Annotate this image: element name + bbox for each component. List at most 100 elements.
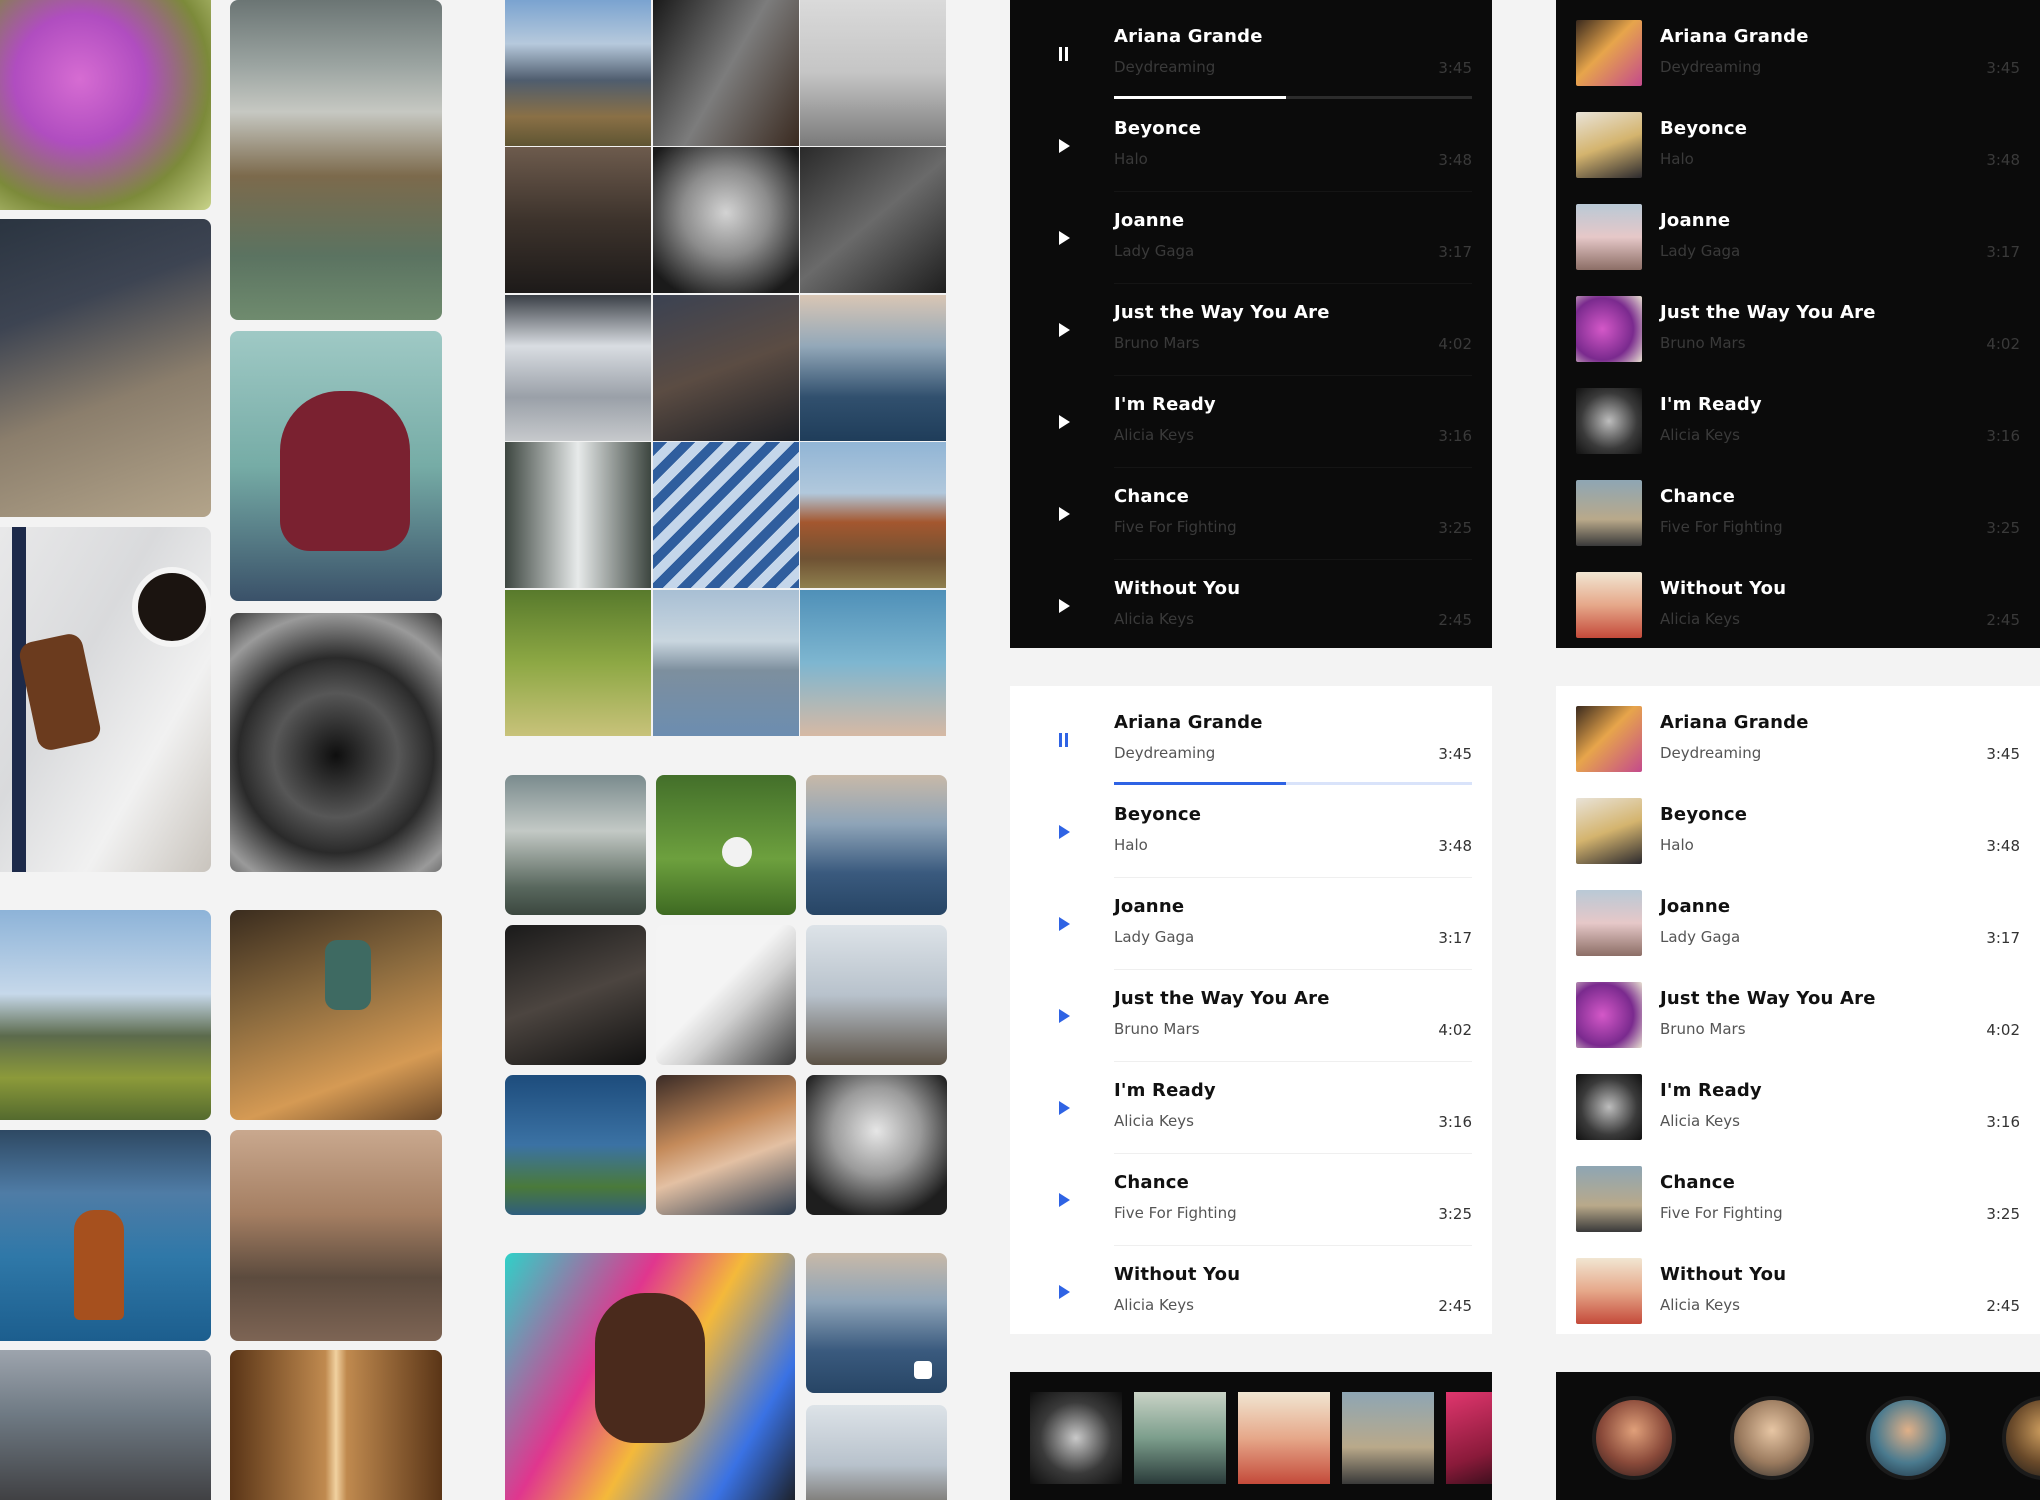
album-card[interactable]	[1446, 1392, 1492, 1484]
photo-cafe-klippkroog[interactable]	[230, 1130, 442, 1341]
photo-white-building[interactable]	[656, 925, 796, 1065]
play-icon[interactable]	[1056, 914, 1072, 934]
track-row[interactable]: I'm Ready Alicia Keys 3:16	[1556, 1062, 2040, 1154]
photo-two-women-small[interactable]	[806, 1405, 947, 1500]
play-icon[interactable]	[1056, 228, 1072, 248]
track-row[interactable]: I'm Ready Alicia Keys 3:16	[1010, 1062, 1492, 1154]
photo-spiral-stairs[interactable]	[230, 613, 442, 872]
photo-beach-hand[interactable]	[800, 590, 946, 736]
track-row[interactable]: Just the Way You Are Bruno Mars 4:02	[1556, 970, 2040, 1062]
photo-sea-small[interactable]	[806, 1253, 947, 1393]
photo-crocus-flowers[interactable]	[0, 0, 211, 210]
photo-mountain-valley[interactable]	[0, 910, 211, 1120]
photo-sleeping-woman[interactable]	[653, 295, 799, 441]
pause-icon[interactable]	[1056, 44, 1072, 64]
album-cover[interactable]	[1576, 480, 1642, 546]
photo-soccer-ball[interactable]	[656, 775, 796, 915]
photo-man-suit[interactable]	[505, 147, 651, 293]
track-row[interactable]: Without You Alicia Keys 2:45	[1556, 1246, 2040, 1334]
photo-smiling-man[interactable]	[653, 147, 799, 293]
photo-hallway[interactable]	[230, 1350, 442, 1500]
photo-train-station[interactable]	[505, 295, 651, 441]
photo-stairwell[interactable]	[653, 0, 799, 146]
track-row[interactable]: Ariana Grande Deydreaming 3:45	[1010, 8, 1492, 100]
photo-skyscraper[interactable]	[653, 442, 799, 588]
photo-coffee-table[interactable]	[0, 527, 211, 872]
photo-beach-shore[interactable]	[800, 295, 946, 441]
album-cover[interactable]	[1576, 388, 1642, 454]
album-cover[interactable]	[1576, 204, 1642, 270]
artist-avatar[interactable]	[2002, 1396, 2040, 1480]
track-row[interactable]: Chance Five For Fighting 3:25	[1556, 1154, 2040, 1246]
play-icon[interactable]	[1056, 1098, 1072, 1118]
track-row[interactable]: Chance Five For Fighting 3:25	[1010, 1154, 1492, 1246]
album-cover[interactable]	[1576, 1166, 1642, 1232]
album-cover[interactable]	[1576, 706, 1642, 772]
album-cover[interactable]	[1576, 296, 1642, 362]
track-row[interactable]: Just the Way You Are Bruno Mars 4:02	[1556, 284, 2040, 376]
photo-ocean-cliff[interactable]	[505, 1075, 646, 1215]
play-icon[interactable]	[1056, 136, 1072, 156]
progress-bar[interactable]	[1114, 782, 1472, 785]
track-row[interactable]: Without You Alicia Keys 2:45	[1010, 560, 1492, 648]
play-icon[interactable]	[1056, 1282, 1072, 1302]
photo-coastline[interactable]	[230, 0, 442, 320]
album-cover[interactable]	[1576, 1074, 1642, 1140]
photo-chess-room[interactable]	[505, 925, 646, 1065]
photo-woman-meadow[interactable]	[505, 590, 651, 736]
artist-carousel[interactable]	[1556, 1372, 2040, 1500]
photo-dinosaur-skeleton[interactable]	[800, 147, 946, 293]
album-cover[interactable]	[1576, 1258, 1642, 1324]
track-row[interactable]: Without You Alicia Keys 2:45	[1010, 1246, 1492, 1334]
album-cover[interactable]	[1576, 798, 1642, 864]
album-cover[interactable]	[1576, 20, 1642, 86]
track-row[interactable]: Joanne Lady Gaga 3:17	[1010, 192, 1492, 284]
artist-avatar[interactable]	[1730, 1396, 1814, 1480]
play-icon[interactable]	[1056, 504, 1072, 524]
track-row[interactable]: Chance Five For Fighting 3:25	[1010, 468, 1492, 560]
photo-running-man[interactable]	[230, 910, 442, 1120]
album-card[interactable]	[1342, 1392, 1434, 1484]
track-row[interactable]: Ariana Grande Deydreaming 3:45	[1556, 694, 2040, 786]
play-icon[interactable]	[1056, 1006, 1072, 1026]
track-row[interactable]: Beyonce Halo 3:48	[1556, 786, 2040, 878]
photo-man-board[interactable]	[800, 0, 946, 146]
album-card[interactable]	[1030, 1392, 1122, 1484]
pause-icon[interactable]	[1056, 730, 1072, 750]
photo-red-hair[interactable]	[230, 331, 442, 601]
track-row[interactable]: Chance Five For Fighting 3:25	[1556, 468, 2040, 560]
photo-volcano[interactable]	[505, 0, 651, 146]
play-icon[interactable]	[1056, 412, 1072, 432]
track-row[interactable]: Beyonce Halo 3:48	[1010, 786, 1492, 878]
photo-lake-woman[interactable]	[0, 1130, 211, 1341]
track-row[interactable]: Joanne Lady Gaga 3:17	[1556, 878, 2040, 970]
artist-avatar[interactable]	[1592, 1396, 1676, 1480]
photo-sunset-sea[interactable]	[806, 775, 947, 915]
photo-woman-hat[interactable]	[656, 1075, 796, 1215]
album-cover[interactable]	[1576, 890, 1642, 956]
photo-sneakers-rock[interactable]	[0, 219, 211, 517]
track-row[interactable]: I'm Ready Alicia Keys 3:16	[1556, 376, 2040, 468]
photo-misty-forest[interactable]	[505, 775, 646, 915]
photo-waterfall[interactable]	[505, 442, 651, 588]
album-card[interactable]	[1238, 1392, 1330, 1484]
play-icon[interactable]	[1056, 822, 1072, 842]
play-icon[interactable]	[1056, 320, 1072, 340]
photo-red-rocks[interactable]	[800, 442, 946, 588]
album-cover[interactable]	[1576, 982, 1642, 1048]
photo-two-women[interactable]	[806, 925, 947, 1065]
photo-man-portrait-colorful[interactable]	[505, 1253, 795, 1500]
photo-mont-saint-michel[interactable]	[653, 590, 799, 736]
album-carousel[interactable]	[1010, 1372, 1492, 1500]
track-row[interactable]: Just the Way You Are Bruno Mars 4:02	[1010, 284, 1492, 376]
track-row[interactable]: Beyonce Halo 3:48	[1556, 100, 2040, 192]
track-row[interactable]: Without You Alicia Keys 2:45	[1556, 560, 2040, 648]
track-row[interactable]: I'm Ready Alicia Keys 3:16	[1010, 376, 1492, 468]
track-row[interactable]: Ariana Grande Deydreaming 3:45	[1010, 694, 1492, 786]
photo-woman-bw[interactable]	[806, 1075, 947, 1215]
play-icon[interactable]	[1056, 1190, 1072, 1210]
album-cover[interactable]	[1576, 572, 1642, 638]
album-card[interactable]	[1134, 1392, 1226, 1484]
progress-bar[interactable]	[1114, 96, 1472, 99]
album-cover[interactable]	[1576, 112, 1642, 178]
